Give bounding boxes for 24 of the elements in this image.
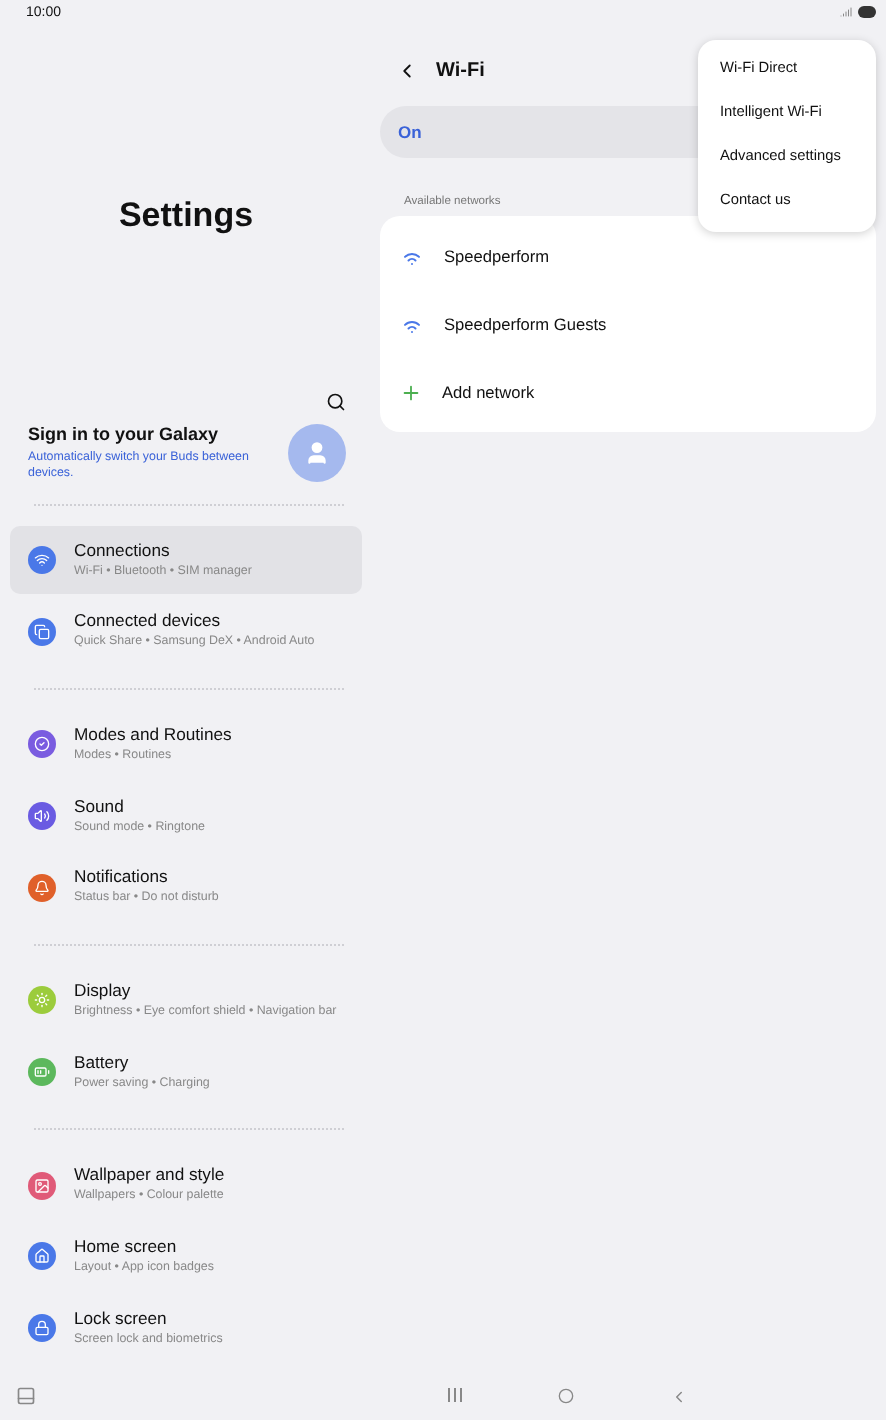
screen-title: Wi-Fi (436, 59, 485, 81)
battery-icon (858, 6, 876, 18)
recents-icon[interactable] (447, 1387, 461, 1405)
plus-icon (400, 381, 422, 403)
item-title: Display (74, 980, 133, 1001)
item-title: Connected devices (74, 610, 223, 631)
network-item[interactable]: Speedperform Guests (380, 290, 876, 358)
item-title: Connections (74, 539, 172, 560)
account-title[interactable]: Sign in to your Galaxy (28, 424, 278, 444)
signal-icon (840, 6, 852, 18)
add-network-item[interactable]: Add network (380, 358, 876, 426)
network-item[interactable]: Speedperform (380, 222, 876, 290)
item-title: Notifications (74, 866, 170, 887)
home-icon[interactable] (557, 1387, 573, 1403)
item-title: Lock screen (74, 1307, 169, 1328)
item-title: Sound (74, 795, 126, 816)
item-title: Wallpaper and style (74, 1164, 225, 1185)
item-title: Home screen (74, 1236, 179, 1257)
page-title: Settings (116, 196, 256, 236)
search-icon[interactable] (326, 392, 346, 412)
item-title: Modes and Routines (74, 724, 232, 745)
taskbar-icon[interactable] (16, 1386, 36, 1406)
item-title: Battery (74, 1051, 131, 1072)
avatar-icon[interactable] (288, 424, 346, 483)
